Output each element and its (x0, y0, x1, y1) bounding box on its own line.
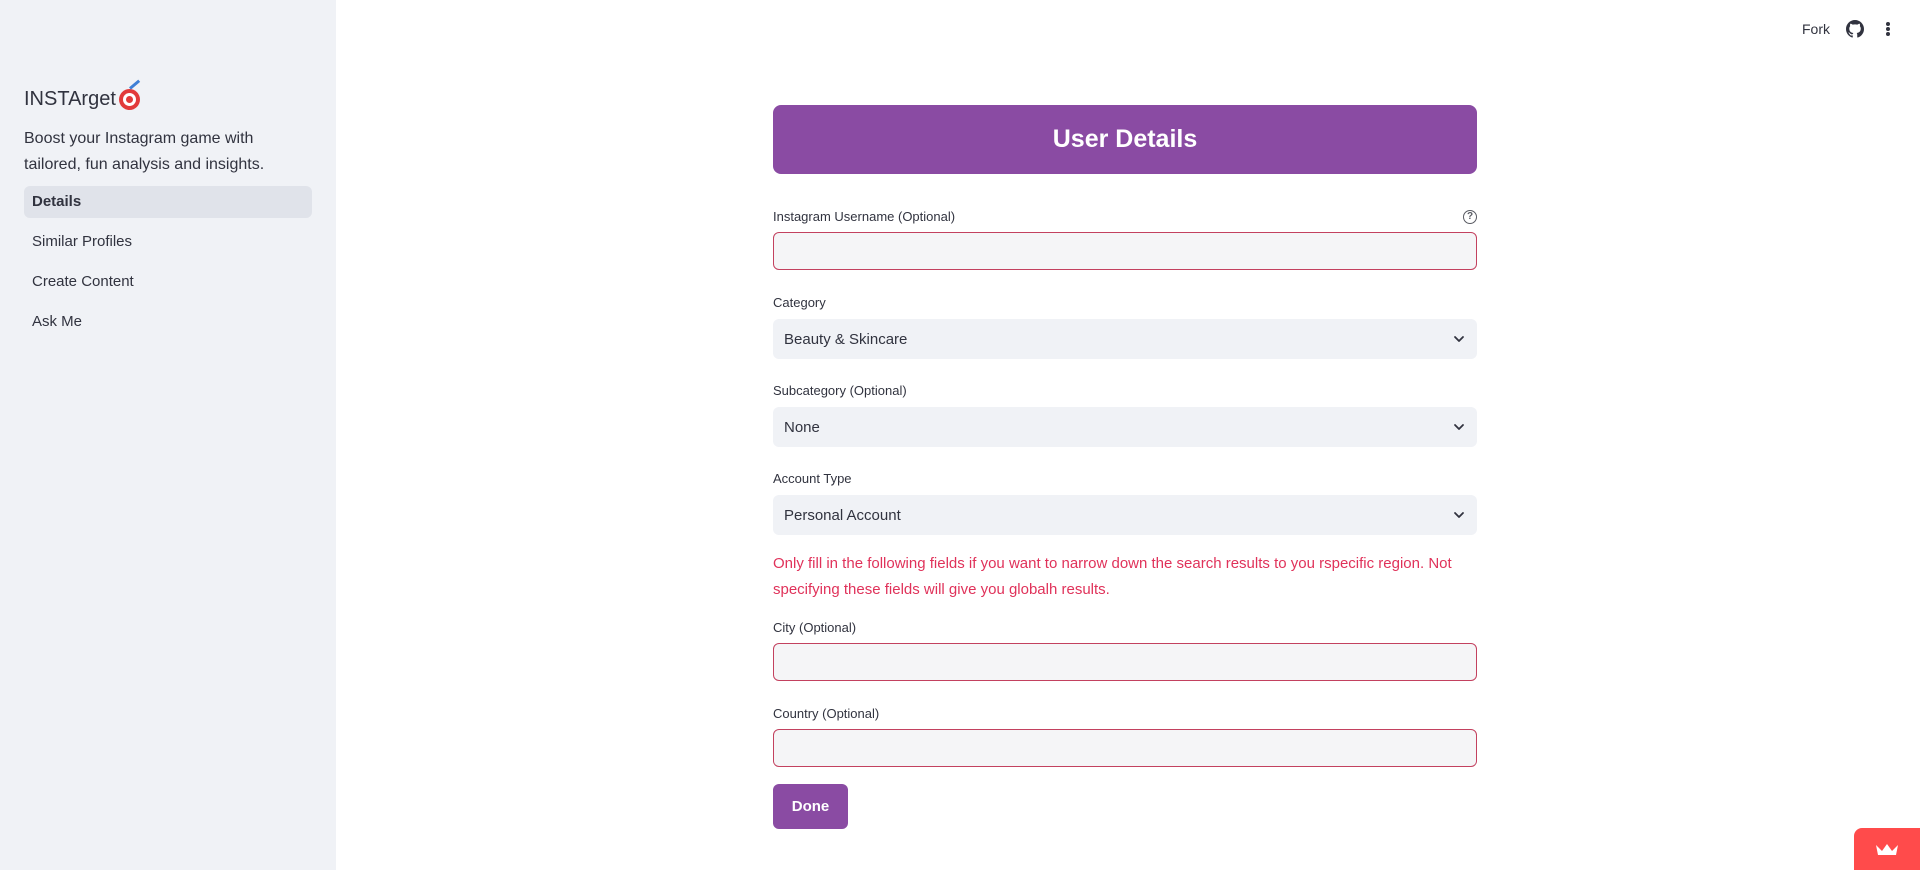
fork-button[interactable]: Fork (1802, 21, 1830, 37)
category-group: Category Beauty & Skincare (773, 294, 1477, 359)
help-circle-icon[interactable]: ? (1463, 210, 1477, 224)
username-input[interactable] (773, 232, 1477, 270)
github-icon[interactable] (1846, 20, 1864, 38)
city-group: City (Optional) (773, 619, 1477, 681)
country-group: Country (Optional) (773, 705, 1477, 767)
subcategory-group: Subcategory (Optional) None (773, 382, 1477, 447)
username-label: Instagram Username (Optional) (773, 209, 956, 224)
account-type-group: Account Type Personal Account (773, 470, 1477, 535)
kebab-menu-icon[interactable] (1880, 20, 1896, 38)
chevron-down-icon (1454, 424, 1464, 430)
toolbar: Fork (1802, 16, 1896, 42)
country-label: Country (Optional) (773, 706, 880, 721)
done-button[interactable]: Done (773, 784, 848, 829)
region-notice: Only fill in the following fields if you… (773, 555, 1452, 598)
chevron-down-icon (1454, 512, 1464, 518)
username-group: Instagram Username (Optional) ? (773, 208, 1477, 270)
subcategory-label: Subcategory (Optional) (773, 383, 907, 398)
crown-icon (1876, 844, 1898, 855)
account-type-select[interactable]: Personal Account (773, 495, 1477, 535)
city-input[interactable] (773, 643, 1477, 681)
category-label: Category (773, 295, 826, 310)
deploy-badge[interactable] (1854, 828, 1920, 870)
page-title: User Details (773, 105, 1477, 174)
category-value: Beauty & Skincare (784, 330, 908, 348)
tagline: Boost your Instagram game with tailored,… (24, 130, 265, 173)
sidebar-item-create-content[interactable]: Create Content (24, 266, 312, 298)
subcategory-select[interactable]: None (773, 407, 1477, 447)
subcategory-value: None (784, 418, 820, 436)
brand-title: INSTArget (24, 87, 116, 110)
sidebar-nav: Details Similar Profiles Create Content … (24, 186, 312, 338)
sidebar-item-details[interactable]: Details (24, 186, 312, 218)
main-form: User Details Instagram Username (Optiona… (773, 105, 1477, 829)
country-input[interactable] (773, 729, 1477, 767)
city-label: City (Optional) (773, 620, 857, 635)
account-type-value: Personal Account (784, 506, 901, 524)
brand: INSTArget (24, 79, 312, 112)
sidebar-item-ask-me[interactable]: Ask Me (24, 306, 312, 338)
chevron-down-icon (1454, 336, 1464, 342)
sidebar: INSTArget Boost your Instagram game with… (0, 0, 336, 870)
category-select[interactable]: Beauty & Skincare (773, 319, 1477, 359)
sidebar-item-similar-profiles[interactable]: Similar Profiles (24, 226, 312, 258)
direct-hit-icon (118, 79, 142, 111)
account-type-label: Account Type (773, 471, 852, 486)
